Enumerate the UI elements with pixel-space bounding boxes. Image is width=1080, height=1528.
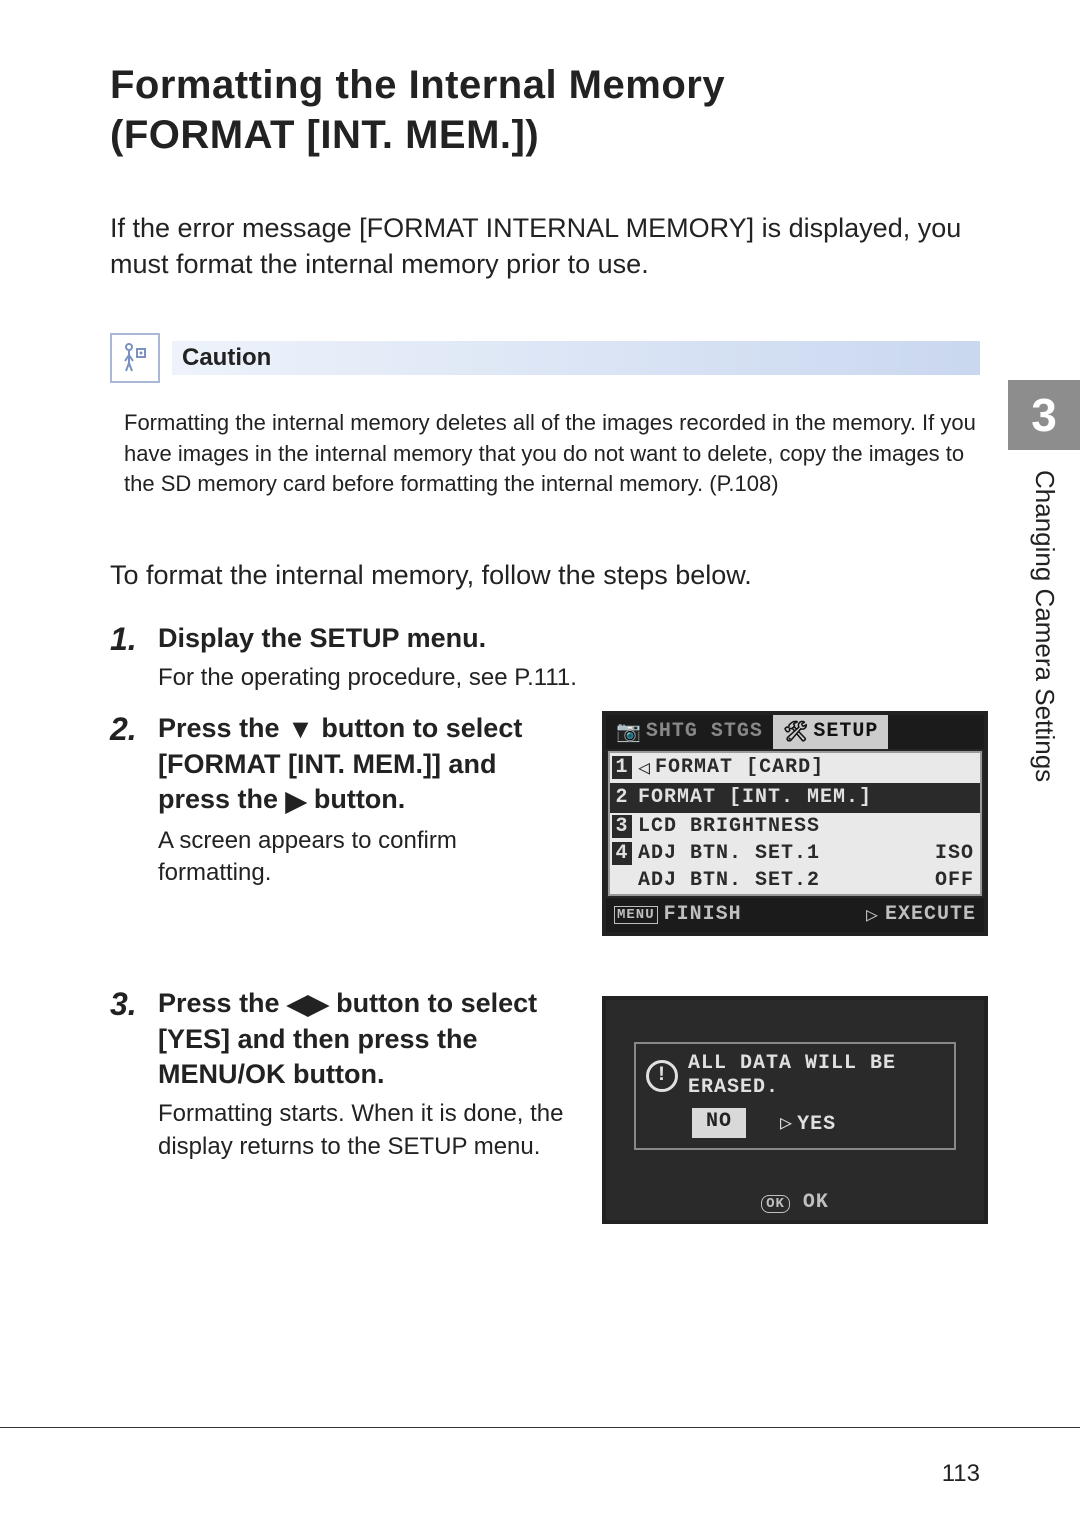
- ok-key-icon: OK: [761, 1195, 790, 1213]
- step-2-row: 2. Press the ▼ button to select [FORMAT …: [110, 711, 980, 936]
- tab-label: SHTG STGS: [646, 720, 763, 743]
- step-content: Press the ▼ button to select [FORMAT [IN…: [158, 711, 572, 890]
- right-caret-icon: ▷: [866, 902, 879, 928]
- right-caret-icon: ▷: [960, 785, 974, 811]
- row-index: 2: [612, 786, 632, 809]
- dialog-line1: ALL DATA WILL BE: [688, 1052, 896, 1075]
- step-1: 1. Display the SETUP menu. For the opera…: [110, 621, 980, 694]
- choice-label: YES: [797, 1113, 836, 1136]
- text: Press the: [158, 988, 287, 1018]
- lcd-menu-row-selected: 2 FORMAT [INT. MEM.] ▷: [610, 783, 980, 813]
- manual-page: Formatting the Internal Memory (FORMAT […: [0, 0, 1080, 1528]
- menu-ok-label: MENU/OK: [158, 1059, 286, 1089]
- left-right-arrow-icon: ◀▶: [287, 987, 329, 1022]
- lcd-menu-row: 3 LCD BRIGHTNESS: [610, 813, 980, 840]
- title-line1: Formatting the Internal Memory: [110, 63, 725, 107]
- row-label: LCD BRIGHTNESS: [638, 815, 974, 838]
- row-index: 1: [612, 756, 632, 779]
- down-arrow-icon: ▼: [287, 712, 314, 747]
- text: button.: [293, 1059, 384, 1089]
- step-number: 3.: [110, 986, 158, 1163]
- caution-header: Caution: [110, 333, 980, 383]
- lcd-footer-left: MENU FINISH: [614, 902, 742, 928]
- footer-label: FINISH: [664, 903, 742, 926]
- lcd-tab-shtg: 📷 SHTG STGS: [606, 715, 773, 749]
- lcd-footer-right: ▷ EXECUTE: [866, 902, 976, 928]
- choice-yes: ▷YES: [766, 1108, 850, 1138]
- lcd-menu-area: 1 ◁ FORMAT [CARD] 2 FORMAT [INT. MEM.] ▷…: [608, 751, 982, 896]
- intro-text: If the error message [FORMAT INTERNAL ME…: [110, 210, 980, 283]
- steps-list: 1. Display the SETUP menu. For the opera…: [110, 621, 980, 1223]
- page-title: Formatting the Internal Memory (FORMAT […: [110, 60, 980, 160]
- dialog-head: ! ALL DATA WILL BE ERASED.: [646, 1052, 944, 1100]
- row-value: OFF: [935, 869, 974, 892]
- step-number: 2.: [110, 711, 158, 890]
- text: Press the: [158, 713, 287, 743]
- title-line2: (FORMAT [INT. MEM.]): [110, 113, 539, 157]
- row-index: 3: [612, 815, 632, 838]
- caution-body: Formatting the internal memory deletes a…: [124, 408, 980, 500]
- choice-no: NO: [692, 1108, 746, 1138]
- ok-label: OK: [803, 1191, 829, 1214]
- footer-rule: [0, 1427, 1080, 1428]
- caution-bar-bg: Caution: [172, 341, 980, 375]
- right-arrow-icon: ▶: [286, 784, 307, 819]
- footer-label: EXECUTE: [885, 903, 976, 926]
- camera-icon: 📷: [616, 719, 642, 745]
- wrench-icon: 🛠: [783, 719, 809, 745]
- camera-lcd-confirm: ! ALL DATA WILL BE ERASED. NO ▷YES: [602, 996, 988, 1224]
- chapter-number-tab: 3: [1008, 380, 1080, 450]
- lcd-footer: MENU FINISH ▷ EXECUTE: [606, 898, 984, 932]
- row-value: ISO: [935, 842, 974, 865]
- lcd-tabbar: 📷 SHTG STGS 🛠 SETUP: [606, 715, 984, 749]
- step-content: Press the ◀▶ button to select [YES] and …: [158, 986, 572, 1163]
- step-3: 3. Press the ◀▶ button to select [YES] a…: [110, 986, 572, 1163]
- dialog-line2: ERASED.: [688, 1076, 779, 1099]
- step-content: Display the SETUP menu. For the operatin…: [158, 621, 980, 694]
- lcd-menu-row: 4 ADJ BTN. SET.1 ISO: [610, 840, 980, 867]
- step-2: 2. Press the ▼ button to select [FORMAT …: [110, 711, 572, 890]
- lcd-menu-row: 1 ◁ FORMAT [CARD]: [610, 753, 980, 783]
- caution-glyph-icon: [122, 343, 148, 373]
- row-label: FORMAT [INT. MEM.]: [638, 786, 960, 809]
- dialog-choices: NO ▷YES: [692, 1108, 944, 1138]
- row-label: ADJ BTN. SET.2: [638, 869, 935, 892]
- lcd-menu-row: . ADJ BTN. SET.2 OFF: [610, 867, 980, 894]
- chapter-title-vertical: Changing Camera Settings: [1029, 470, 1060, 782]
- row-index: 4: [612, 842, 632, 865]
- right-caret-icon: ▷: [780, 1113, 793, 1136]
- caution-label: Caution: [182, 344, 271, 372]
- warning-icon: !: [646, 1060, 678, 1092]
- page-number: 113: [942, 1460, 980, 1488]
- step-title: Display the SETUP menu.: [158, 621, 980, 656]
- text: button.: [314, 784, 405, 814]
- step-body: A screen appears to confirm formatting.: [158, 825, 572, 890]
- lcd-ok-hint: OK OK: [606, 1191, 984, 1214]
- menu-key-icon: MENU: [614, 906, 658, 924]
- row-label: FORMAT [CARD]: [655, 756, 974, 779]
- step-body: Formatting starts. When it is done, the …: [158, 1098, 572, 1163]
- lcd-tab-setup: 🛠 SETUP: [773, 715, 888, 749]
- step-title: Press the ◀▶ button to select [YES] and …: [158, 986, 572, 1093]
- step-number: 1.: [110, 621, 158, 694]
- lead-text: To format the internal memory, follow th…: [110, 560, 980, 591]
- tab-label: SETUP: [813, 720, 878, 743]
- camera-lcd-menu: 📷 SHTG STGS 🛠 SETUP 1 ◁ FORMAT [CARD]: [602, 711, 988, 936]
- dialog-text: ALL DATA WILL BE ERASED.: [688, 1052, 896, 1100]
- left-caret-icon: ◁: [638, 755, 651, 781]
- step-3-row: 3. Press the ◀▶ button to select [YES] a…: [110, 986, 980, 1224]
- confirm-dialog: ! ALL DATA WILL BE ERASED. NO ▷YES: [634, 1042, 956, 1150]
- step-title: Press the ▼ button to select [FORMAT [IN…: [158, 711, 572, 819]
- caution-icon: [110, 333, 160, 383]
- step-body: For the operating procedure, see P.111.: [158, 662, 980, 694]
- row-label: ADJ BTN. SET.1: [638, 842, 935, 865]
